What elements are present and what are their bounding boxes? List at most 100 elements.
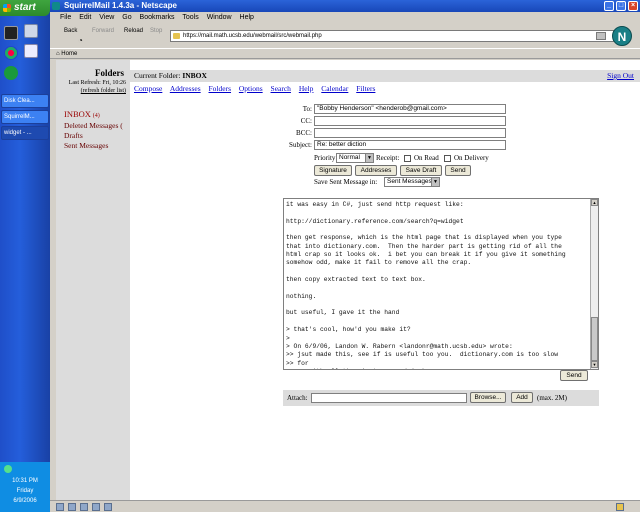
browse-button[interactable]: Browse... bbox=[470, 392, 506, 403]
last-refresh-text: Last Refresh: Fri, 10:26 bbox=[68, 80, 126, 86]
bcc-field[interactable] bbox=[314, 128, 506, 138]
my-computer-icon[interactable] bbox=[24, 24, 38, 38]
priority-select[interactable]: Normal ▼ bbox=[336, 153, 374, 163]
scroll-thumb[interactable] bbox=[591, 317, 598, 361]
link-search[interactable]: Search bbox=[271, 84, 291, 93]
message-body-textarea[interactable]: it was easy in C#, just send http reques… bbox=[283, 198, 599, 370]
add-attachment-button[interactable]: Add bbox=[511, 392, 533, 403]
addresses-button[interactable]: Addresses bbox=[355, 165, 397, 176]
online-status-icon[interactable] bbox=[104, 503, 112, 511]
save-sent-select[interactable]: Sent Messages ▼ bbox=[384, 177, 440, 187]
netscape-logo[interactable]: N bbox=[612, 26, 632, 46]
on-delivery-checkbox[interactable] bbox=[444, 155, 451, 162]
home-bookmark[interactable]: Home bbox=[61, 51, 77, 57]
link-folders[interactable]: Folders bbox=[209, 84, 232, 93]
cc-field[interactable] bbox=[314, 116, 506, 126]
chevron-down-icon: ▼ bbox=[365, 154, 373, 162]
home-icon: ⌂ bbox=[56, 51, 60, 57]
signature-button[interactable]: Signature bbox=[314, 165, 352, 176]
link-addresses[interactable]: Addresses bbox=[170, 84, 201, 93]
menu-edit[interactable]: Edit bbox=[79, 14, 91, 21]
cc-label: CC: bbox=[300, 117, 312, 125]
max-size-label: (max. 2M) bbox=[537, 394, 567, 402]
clock-time[interactable]: 10:31 PM bbox=[0, 476, 50, 486]
close-icon[interactable]: × bbox=[628, 1, 638, 11]
url-dropdown-icon[interactable] bbox=[596, 32, 606, 40]
windows-logo-icon bbox=[3, 4, 11, 12]
bookmark-bar: ⌂ Home bbox=[50, 48, 640, 59]
on-read-checkbox[interactable] bbox=[404, 155, 411, 162]
clock-date: 6/9/2006 bbox=[13, 498, 37, 504]
url-bar[interactable]: https://mail.math.ucsb.edu/webmail/src/w… bbox=[170, 30, 614, 42]
send-button-bottom[interactable]: Send bbox=[560, 370, 588, 381]
menu-help[interactable]: Help bbox=[240, 14, 254, 21]
reload-button[interactable]: Reload bbox=[124, 28, 143, 34]
menu-view[interactable]: View bbox=[99, 14, 114, 21]
link-calendar[interactable]: Calendar bbox=[321, 84, 348, 93]
menu-file[interactable]: File bbox=[60, 14, 71, 21]
attach-bar: Attach: Browse... Add (max. 2M) bbox=[283, 390, 599, 406]
refresh-folder-link[interactable]: (refresh folder list) bbox=[56, 87, 126, 95]
link-compose[interactable]: Compose bbox=[134, 84, 162, 93]
system-tray: 10:31 PM Friday 6/9/2006 bbox=[0, 462, 50, 512]
to-field[interactable]: "Bobby Henderson" <henderob@gmail.com> bbox=[314, 104, 506, 114]
menu-bookmarks[interactable]: Bookmarks bbox=[140, 14, 175, 21]
title-bar[interactable]: SquirrelMail 1.4.3a - Netscape _ □ × bbox=[50, 0, 640, 12]
body-scrollbar[interactable]: ▲ ▼ bbox=[590, 199, 598, 369]
clock-day: Friday bbox=[16, 488, 34, 494]
url-text: https://mail.math.ucsb.edu/webmail/src/w… bbox=[183, 33, 322, 39]
menu-tools[interactable]: Tools bbox=[182, 14, 198, 21]
scroll-down-icon[interactable]: ▼ bbox=[591, 361, 598, 368]
send-button-top[interactable]: Send bbox=[445, 165, 471, 176]
back-button[interactable]: Back bbox=[64, 28, 77, 34]
task-disk-cleanup[interactable]: Disk Clea... bbox=[1, 94, 49, 108]
command-prompt-icon[interactable] bbox=[4, 26, 18, 40]
browser-icon[interactable] bbox=[4, 46, 18, 60]
folder-drafts[interactable]: Drafts bbox=[64, 131, 130, 141]
menu-go[interactable]: Go bbox=[122, 14, 131, 21]
webmail-nav-links: Compose Addresses Folders Options Search… bbox=[134, 84, 381, 93]
maximize-icon[interactable]: □ bbox=[616, 1, 626, 11]
chevron-down-icon: ▼ bbox=[431, 178, 439, 186]
link-options[interactable]: Options bbox=[239, 84, 263, 93]
folder-deleted-messages[interactable]: Deleted Messages ( bbox=[64, 121, 130, 131]
folder-list: INBOX (4) Deleted Messages ( Drafts Sent… bbox=[56, 109, 130, 151]
composer-status-icon[interactable] bbox=[68, 503, 76, 511]
folders-title: Folders bbox=[95, 68, 124, 78]
forward-button[interactable]: Forward bbox=[92, 28, 114, 34]
accessibility-icon[interactable] bbox=[4, 66, 18, 80]
folder-sent-messages[interactable]: Sent Messages bbox=[64, 141, 130, 151]
navigation-toolbar: Back ◔ Forward Reload Stop https://mail.… bbox=[50, 24, 640, 48]
menu-window[interactable]: Window bbox=[207, 14, 232, 21]
link-filters[interactable]: Filters bbox=[356, 84, 375, 93]
on-delivery-label: On Delivery bbox=[454, 154, 489, 162]
link-help[interactable]: Help bbox=[299, 84, 314, 93]
address-book-status-icon[interactable] bbox=[80, 503, 88, 511]
last-refresh: Last Refresh: Fri, 10:26 (refresh folder… bbox=[56, 79, 130, 95]
security-lock-icon[interactable] bbox=[616, 503, 624, 511]
start-button[interactable]: start bbox=[0, 0, 50, 16]
subject-field[interactable]: Re: better diction bbox=[314, 140, 506, 150]
save-sent-value: Sent Messages bbox=[387, 178, 432, 185]
netscape-window: SquirrelMail 1.4.3a - Netscape _ □ × Fil… bbox=[50, 0, 640, 512]
task-widget[interactable]: widget - ... bbox=[1, 126, 49, 140]
attach-file-input[interactable] bbox=[311, 393, 467, 403]
on-read-label: On Read bbox=[414, 154, 439, 162]
stop-button[interactable]: Stop bbox=[150, 28, 162, 34]
scroll-up-icon[interactable]: ▲ bbox=[591, 199, 598, 206]
bcc-label: BCC: bbox=[296, 129, 312, 137]
back-dropdown-icon[interactable]: ◔ bbox=[78, 36, 83, 45]
minimize-icon[interactable]: _ bbox=[604, 1, 614, 11]
task-squirrelmail[interactable]: SquirrelM... bbox=[1, 110, 49, 124]
save-sent-label: Save Sent Message in: bbox=[314, 178, 378, 186]
network-icon[interactable] bbox=[4, 465, 12, 473]
chat-status-icon[interactable] bbox=[92, 503, 100, 511]
notepad-icon[interactable] bbox=[24, 44, 38, 58]
window-title: SquirrelMail 1.4.3a - Netscape bbox=[64, 1, 177, 10]
priority-label: Priority: bbox=[314, 154, 338, 162]
folder-inbox[interactable]: INBOX (4) bbox=[64, 109, 130, 121]
sign-out-link[interactable]: Sign Out bbox=[607, 70, 634, 82]
mail-status-icon[interactable] bbox=[56, 503, 64, 511]
message-body-text: it was easy in C#, just send http reques… bbox=[286, 201, 566, 369]
save-draft-button[interactable]: Save Draft bbox=[400, 165, 442, 176]
